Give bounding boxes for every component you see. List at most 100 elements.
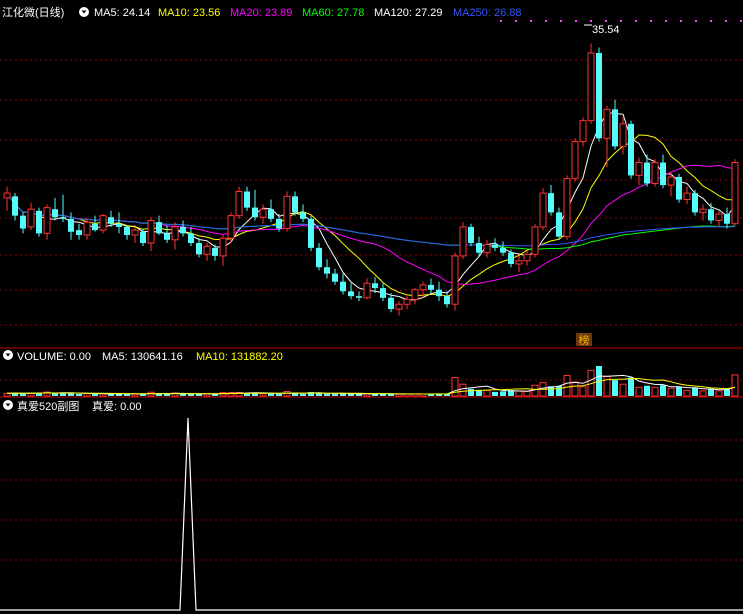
volume-bar [556, 385, 562, 396]
marker-dot [515, 20, 517, 22]
candle-body [444, 296, 450, 305]
candle-body [731, 162, 739, 225]
ma5-label: MA5: 24.14 [94, 7, 150, 19]
candle-body [203, 245, 211, 255]
marker-dot [710, 20, 712, 22]
price-legend: 江化微(日线) MA5: 24.14 MA10: 23.56 MA20: 23.… [2, 5, 522, 19]
candle-body [83, 221, 91, 236]
candle-body [724, 214, 730, 224]
candle-body [20, 215, 26, 229]
candle-body [27, 208, 35, 228]
candle-body [147, 219, 155, 244]
ma120-label: MA120: 27.29 [374, 7, 443, 19]
volume-bar [276, 394, 282, 396]
candle-body [348, 291, 354, 297]
candle-body [43, 207, 51, 234]
candle-body [124, 226, 130, 235]
marker-dot [650, 20, 652, 22]
candle-body [596, 52, 602, 139]
sub-indicator-path [0, 417, 743, 611]
volume-bar [92, 394, 98, 396]
volume-bar [76, 394, 82, 396]
candle-body [372, 283, 378, 289]
candle-body [235, 190, 243, 217]
dropdown-icon[interactable] [3, 350, 13, 360]
ma60-label: MA60: 27.78 [302, 7, 364, 19]
sub-legend: 真爱520副图 真爱: 0.00 [3, 399, 142, 413]
candle-body [324, 267, 330, 274]
candle-body [468, 226, 474, 244]
volume-bar [660, 385, 666, 396]
candle-body [699, 208, 707, 213]
candle-body [164, 233, 170, 240]
candle-body [492, 244, 498, 248]
candle-body [683, 192, 691, 201]
candle-body [140, 231, 146, 244]
candle-body [419, 284, 427, 291]
candle-body [628, 123, 634, 176]
candle-body [316, 247, 322, 268]
candle-body [259, 208, 267, 218]
volume-bar [676, 386, 682, 396]
candle-body [667, 176, 675, 186]
candle-body [571, 141, 579, 180]
volume-bar [268, 393, 274, 396]
sub-indicator-name: 真爱520副图 [17, 399, 79, 413]
dotted-marker-row [500, 20, 742, 22]
volume-bar [523, 390, 531, 397]
candle-body [515, 260, 523, 265]
volume-bar [683, 389, 691, 397]
volume-ma10-label: MA10: 131882.20 [196, 351, 283, 363]
candle-body [428, 284, 434, 290]
ma10-label: MA10: 23.56 [158, 7, 220, 19]
candle-body [660, 162, 666, 186]
candle-body [300, 212, 306, 219]
candle-body [523, 253, 531, 262]
dropdown-icon[interactable] [79, 7, 89, 17]
candle-body [619, 123, 627, 147]
marker-dot [560, 20, 562, 22]
volume-bar [483, 389, 491, 397]
dropdown-icon[interactable] [3, 400, 13, 410]
marker-dot [605, 20, 607, 22]
candle-body [227, 215, 235, 239]
candle-body [395, 303, 403, 310]
candle-body [483, 244, 491, 254]
marker-dot [590, 20, 592, 22]
candle-body [556, 212, 562, 237]
candle-body [563, 178, 571, 238]
candle-body [212, 247, 218, 256]
marker-dot [740, 20, 742, 22]
marker-dot [635, 20, 637, 22]
candle-body [12, 196, 18, 216]
marker-dot [500, 20, 502, 22]
marker-dot [620, 20, 622, 22]
candle-body [508, 252, 514, 264]
candle-body [308, 218, 314, 248]
volume-bar [459, 383, 467, 397]
volume-ma5-label: MA5: 130641.16 [102, 351, 183, 363]
volume-bar [180, 394, 186, 396]
candle-body [356, 296, 362, 298]
candle-body [292, 196, 298, 213]
volume-bar [203, 393, 211, 397]
candle-body [476, 243, 482, 253]
volume-bar [628, 377, 634, 396]
candle-body [219, 237, 227, 257]
candle-body [252, 207, 258, 218]
candle-body [539, 192, 547, 228]
candle-body [380, 288, 386, 298]
marker-dot [695, 20, 697, 22]
volume-bar [692, 387, 698, 396]
marker-dot [665, 20, 667, 22]
candlesticks [3, 43, 739, 316]
bang-badge[interactable]: 榜 [576, 333, 592, 347]
stock-chart[interactable]: 江化微(日线) MA5: 24.14 MA10: 23.56 MA20: 23.… [0, 0, 743, 614]
candle-body [603, 108, 611, 139]
marker-dot [575, 20, 577, 22]
volume-bar [731, 374, 739, 397]
volume-bar [259, 393, 267, 397]
volume-bar [667, 387, 675, 397]
volume-bar [492, 391, 498, 396]
volume-bar [708, 389, 714, 396]
